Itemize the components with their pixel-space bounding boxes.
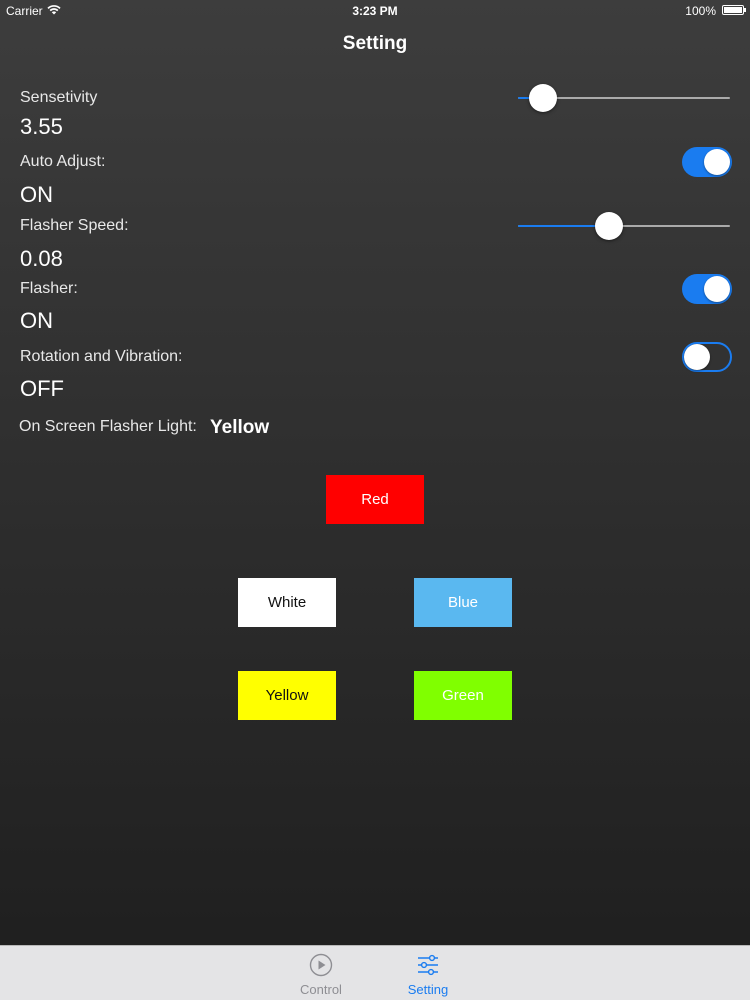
battery-percentage: 100% <box>685 4 716 18</box>
flasher-switch[interactable] <box>682 274 732 304</box>
switch-knob <box>684 344 710 370</box>
flasher-value: ON <box>20 308 53 333</box>
sliders-icon <box>418 954 438 976</box>
rotation-vibration-value: OFF <box>20 376 64 401</box>
slider-thumb[interactable] <box>529 84 558 112</box>
slider-thumb[interactable] <box>595 212 624 240</box>
tab-setting[interactable]: Setting <box>388 946 468 1000</box>
rotation-vibration-switch[interactable] <box>682 342 732 372</box>
tab-control[interactable]: Control <box>281 946 361 1000</box>
tab-label: Setting <box>407 982 449 997</box>
white-button[interactable]: White <box>238 578 336 627</box>
page-title: Setting <box>342 33 408 54</box>
red-button[interactable]: Red <box>326 475 424 524</box>
switch-knob <box>704 149 730 175</box>
blue-button[interactable]: Blue <box>414 578 512 627</box>
flasher-label: Flasher: <box>20 280 78 297</box>
flasher-speed-value: 0.08 <box>20 246 63 271</box>
auto-adjust-label: Auto Adjust: <box>20 153 106 170</box>
rotation-vibration-label: Rotation and Vibration: <box>20 348 183 365</box>
status-time: 3:23 PM <box>352 4 398 18</box>
sensitivity-value: 3.55 <box>20 114 63 139</box>
tab-bar: Control Setting <box>0 945 750 1000</box>
on-screen-flasher-label: On Screen Flasher Light: <box>19 418 197 435</box>
flasher-speed-label: Flasher Speed: <box>20 217 129 234</box>
battery-icon <box>722 5 746 15</box>
on-screen-flasher-value: Yellow <box>210 417 270 438</box>
status-bar: Carrier 3:23 PM 100% <box>0 0 750 22</box>
tab-label: Control <box>300 982 342 997</box>
play-circle-icon <box>309 953 333 977</box>
sensitivity-label: Sensetivity <box>20 89 98 106</box>
green-button[interactable]: Green <box>414 671 512 720</box>
flasher-speed-slider[interactable] <box>518 211 730 241</box>
auto-adjust-value: ON <box>20 182 53 207</box>
yellow-button[interactable]: Yellow <box>238 671 336 720</box>
switch-knob <box>704 276 730 302</box>
auto-adjust-switch[interactable] <box>682 147 732 177</box>
sensitivity-slider[interactable] <box>518 83 730 113</box>
